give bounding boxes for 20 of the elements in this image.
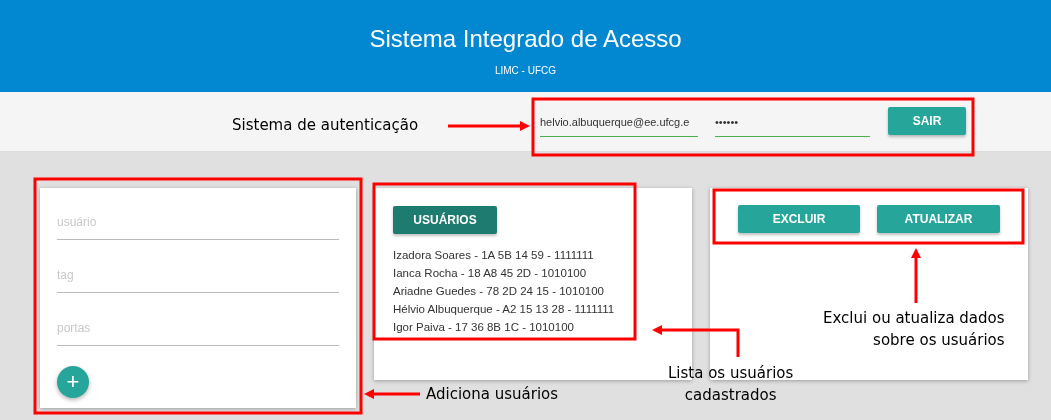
arrow xyxy=(364,389,420,399)
user-entry: Ariadne Guedes - 78 2D 24 15 - 1010100 xyxy=(393,284,605,299)
update-button[interactable]: ATUALIZAR xyxy=(877,205,1000,233)
user-entry: Hélvio Albuquerque - A2 15 13 28 - 1111111 xyxy=(393,302,616,317)
users-button[interactable]: USUÁRIOS xyxy=(393,206,497,234)
logout-button[interactable]: SAIR xyxy=(888,107,966,135)
app-title: Sistema Integrado de Acesso xyxy=(369,25,682,53)
user-entry: Igor Paiva - 17 36 8B 1C - 1010100 xyxy=(393,320,575,335)
user-entry: Ianca Rocha - 18 A8 45 2D - 1010100 xyxy=(393,266,588,281)
annotation-text: Exclui ou atualiza dados sobre os usuários xyxy=(823,308,1005,351)
add-button[interactable]: + xyxy=(57,366,89,398)
password-field[interactable]: •••••• xyxy=(715,116,870,137)
app-subtitle: LIMC - UFCG xyxy=(494,65,557,76)
annotation-text: Adiciona usuários xyxy=(426,384,559,405)
annotation-text: Sistema de autenticação xyxy=(232,115,419,136)
annotation-text: Lista os usuários cadastrados xyxy=(668,363,794,406)
email-field[interactable]: helvio.albuquerque@ee.ufcg.e xyxy=(540,116,698,137)
delete-button[interactable]: EXCLUIR xyxy=(738,205,860,233)
arrow xyxy=(911,248,921,303)
user-entry: Izadora Soares - 1A 5B 14 59 - 1111111 xyxy=(393,248,595,263)
